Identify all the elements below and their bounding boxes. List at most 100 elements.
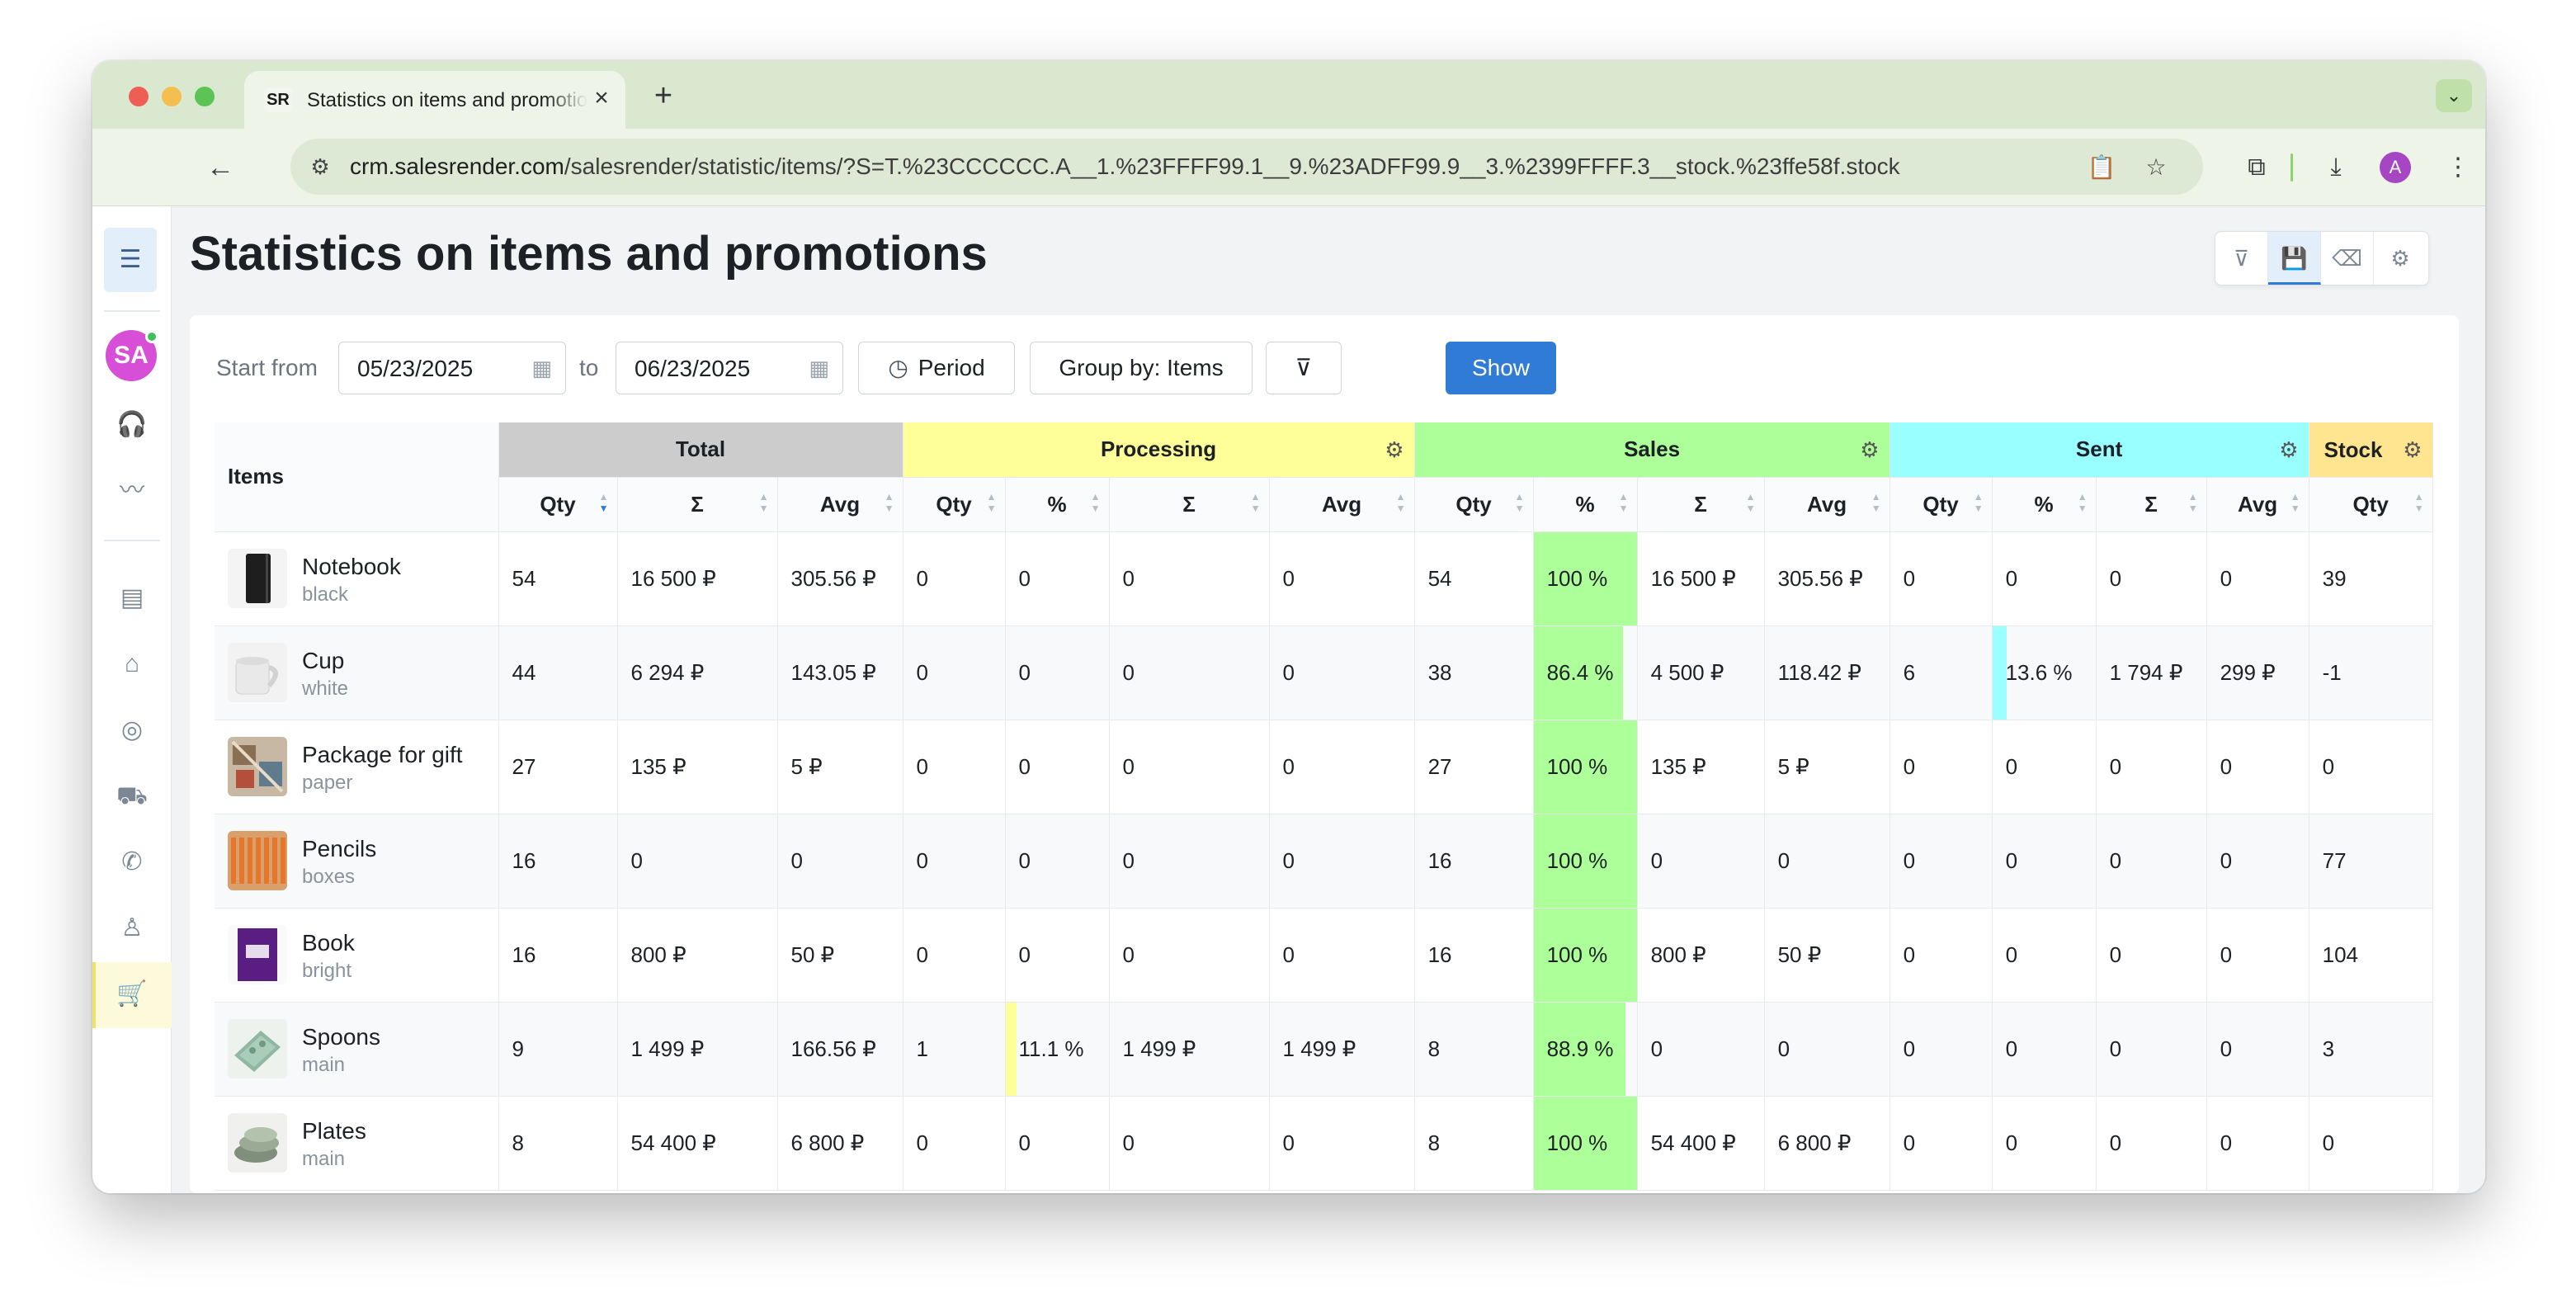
tab-search-chevron-icon[interactable]: ⌄	[2436, 79, 2472, 112]
tab-close-icon[interactable]: ×	[589, 86, 614, 111]
phone-icon[interactable]: ✆	[109, 842, 155, 883]
cell-sales-pct: 100 %	[1533, 531, 1638, 626]
save-icon[interactable]: 💾	[2268, 232, 2321, 285]
cell-sales-sum: 4 500 ₽	[1637, 625, 1765, 720]
sort-arrows-icon[interactable]: ▲ ▼	[1091, 491, 1101, 514]
sort-arrows-icon[interactable]: ▲ ▼	[2291, 491, 2300, 514]
column-header[interactable]: Σ ▲ ▼	[2096, 477, 2207, 532]
column-header[interactable]: Avg ▲ ▼	[1764, 477, 1890, 532]
sidebar-toggle-icon[interactable]: ☰	[104, 228, 157, 292]
headset-icon[interactable]: 🎧	[109, 404, 155, 446]
sort-arrows-icon[interactable]: ▲ ▼	[2188, 491, 2198, 514]
target-icon[interactable]: ◎	[109, 710, 155, 751]
percent-value: 11.1 %	[1018, 1036, 1084, 1061]
cell-stock-qty: -1	[2309, 625, 2433, 720]
maximize-window-button[interactable]	[195, 87, 215, 106]
address-bar[interactable]: ⚙ crm.salesrender.com/salesrender/statis…	[290, 139, 2203, 195]
back-arrow-icon[interactable]: ←	[200, 147, 241, 188]
table-row[interactable]: Notebook black 54 16 500 ₽305.56 ₽0 0 0 0 54 100…	[215, 531, 2433, 626]
items-column-header[interactable]: Items	[215, 422, 499, 532]
sort-arrows-icon[interactable]: ▲ ▼	[599, 491, 609, 514]
table-row[interactable]: Pencils boxes 16 0 0 0 0 0 0 16 100 % 0 0 0 0 0 0 77	[215, 814, 2433, 908]
sort-arrows-icon[interactable]: ▲ ▼	[885, 491, 894, 514]
to-label: to	[579, 355, 599, 380]
clear-filter-icon[interactable]: ⌫	[2321, 232, 2374, 285]
sort-arrows-icon[interactable]: ▲ ▼	[1251, 491, 1261, 514]
group-header-label: Sales	[1624, 437, 1681, 462]
filter-button[interactable]: ⊽	[1266, 342, 1342, 394]
group-by-button[interactable]: Group by: Items	[1030, 342, 1253, 394]
column-header[interactable]: Qty ▲ ▼	[2309, 477, 2433, 532]
table-row[interactable]: Package for gift paper 27 135 ₽5 ₽0 0 0 0 27 100…	[215, 720, 2433, 814]
minimize-window-button[interactable]	[162, 87, 182, 106]
new-tab-button[interactable]: +	[647, 79, 680, 112]
column-header[interactable]: Σ ▲ ▼	[1637, 477, 1765, 532]
statistics-icon[interactable]: ▤	[109, 578, 155, 619]
filter-icon[interactable]: ⊽	[2215, 232, 2268, 285]
end-date-input[interactable]: 06/23/2025 ▦	[616, 342, 843, 394]
column-settings-gear-icon[interactable]: ⚙	[1860, 437, 1879, 463]
download-icon[interactable]: ⤓	[2315, 147, 2357, 188]
more-menu-icon[interactable]: ⋮	[2437, 147, 2479, 188]
column-header[interactable]: % ▲ ▼	[1005, 477, 1110, 532]
user-icon[interactable]: ♙	[109, 908, 155, 949]
sidebar-divider	[104, 540, 160, 541]
column-header[interactable]: Σ ▲ ▼	[1109, 477, 1270, 532]
column-header[interactable]: Qty ▲ ▼	[498, 477, 618, 532]
table-row[interactable]: Book bright 16 800 ₽50 ₽0 0 0 0 16 100 % 800 ₽50 …	[215, 908, 2433, 1003]
cell-sales-sum: 135 ₽	[1637, 720, 1765, 814]
settings-gear-icon[interactable]: ⚙	[2374, 232, 2427, 285]
item-name: Notebook	[302, 553, 401, 579]
column-header[interactable]: Qty ▲ ▼	[1414, 477, 1534, 532]
show-button[interactable]: Show	[1446, 342, 1556, 394]
column-settings-gear-icon[interactable]: ⚙	[2403, 437, 2422, 463]
site-info-icon[interactable]: ⚙	[305, 152, 335, 182]
sort-arrows-icon[interactable]: ▲ ▼	[1396, 491, 1406, 514]
sort-arrows-icon[interactable]: ▲ ▼	[2078, 491, 2088, 514]
sort-arrows-icon[interactable]: ▲ ▼	[1746, 491, 1756, 514]
percent-value: 0	[1018, 753, 1031, 779]
group-header-sales: Sales ⚙	[1414, 422, 1890, 478]
column-settings-gear-icon[interactable]: ⚙	[1385, 437, 1404, 463]
start-date-input[interactable]: 05/23/2025 ▦	[338, 342, 566, 394]
extensions-puzzle-icon[interactable]: ⧉	[2236, 147, 2277, 188]
statistics-card: Start from 05/23/2025 ▦ to 06/23/2025 ▦ …	[190, 315, 2459, 1193]
sort-arrows-icon[interactable]: ▲ ▼	[1515, 491, 1525, 514]
analytics-icon[interactable]: 〰	[109, 470, 155, 512]
profile-avatar[interactable]: A	[2380, 152, 2411, 183]
column-settings-gear-icon[interactable]: ⚙	[2279, 437, 2298, 463]
sort-arrows-icon[interactable]: ▲ ▼	[2414, 491, 2424, 514]
sort-arrows-icon[interactable]: ▲ ▼	[987, 491, 997, 514]
column-header[interactable]: Avg ▲ ▼	[2206, 477, 2309, 532]
close-window-button[interactable]	[129, 87, 149, 106]
browser-tab[interactable]: SR Statistics on items and promotions ×	[244, 71, 625, 129]
table-row[interactable]: Spoons main 9 1 499 ₽166.56 ₽1 11.1 % 1 499 ₽…	[215, 1002, 2433, 1097]
cell-proc-sum: 0	[1109, 908, 1270, 1003]
table-row[interactable]: Plates main 8 54 400 ₽6 800 ₽0 0 0 0 8 100 % 54 4…	[215, 1096, 2433, 1191]
column-header[interactable]: Qty ▲ ▼	[903, 477, 1006, 532]
sort-arrows-icon[interactable]: ▲ ▼	[1871, 491, 1881, 514]
column-header[interactable]: Avg ▲ ▼	[1269, 477, 1415, 532]
cell-sales-qty: 27	[1414, 720, 1534, 814]
column-header[interactable]: % ▲ ▼	[1992, 477, 2097, 532]
item-cell: Pencils boxes	[215, 814, 499, 908]
sort-arrows-icon[interactable]: ▲ ▼	[1974, 491, 1984, 514]
cell-sent-sum: 0	[2096, 908, 2207, 1003]
cell-proc-sum: 0	[1109, 531, 1270, 626]
store-icon[interactable]: ⌂	[109, 644, 155, 685]
table-row[interactable]: Cup white 44 6 294 ₽143.05 ₽0 0 0 0 38 86.4 % 4 5…	[215, 625, 2433, 720]
cell-sales-avg: 0	[1764, 1002, 1890, 1097]
period-button[interactable]: ◷ Period	[858, 342, 1015, 394]
clipboard-icon[interactable]: 📋	[2086, 152, 2117, 183]
column-header[interactable]: % ▲ ▼	[1533, 477, 1638, 532]
column-header[interactable]: Qty ▲ ▼	[1890, 477, 1993, 532]
delivery-truck-icon[interactable]: ⛟	[109, 776, 155, 817]
url-text[interactable]: crm.salesrender.com/salesrender/statisti…	[350, 153, 1900, 182]
cart-icon[interactable]: 🛒	[109, 974, 155, 1015]
bookmark-star-icon[interactable]: ☆	[2140, 152, 2172, 183]
sort-arrows-icon[interactable]: ▲ ▼	[759, 491, 769, 514]
sort-arrows-icon[interactable]: ▲ ▼	[1619, 491, 1629, 514]
column-header[interactable]: Avg ▲ ▼	[777, 477, 903, 532]
cell-sent-sum: 0	[2096, 531, 2207, 626]
column-header[interactable]: Σ ▲ ▼	[617, 477, 778, 532]
